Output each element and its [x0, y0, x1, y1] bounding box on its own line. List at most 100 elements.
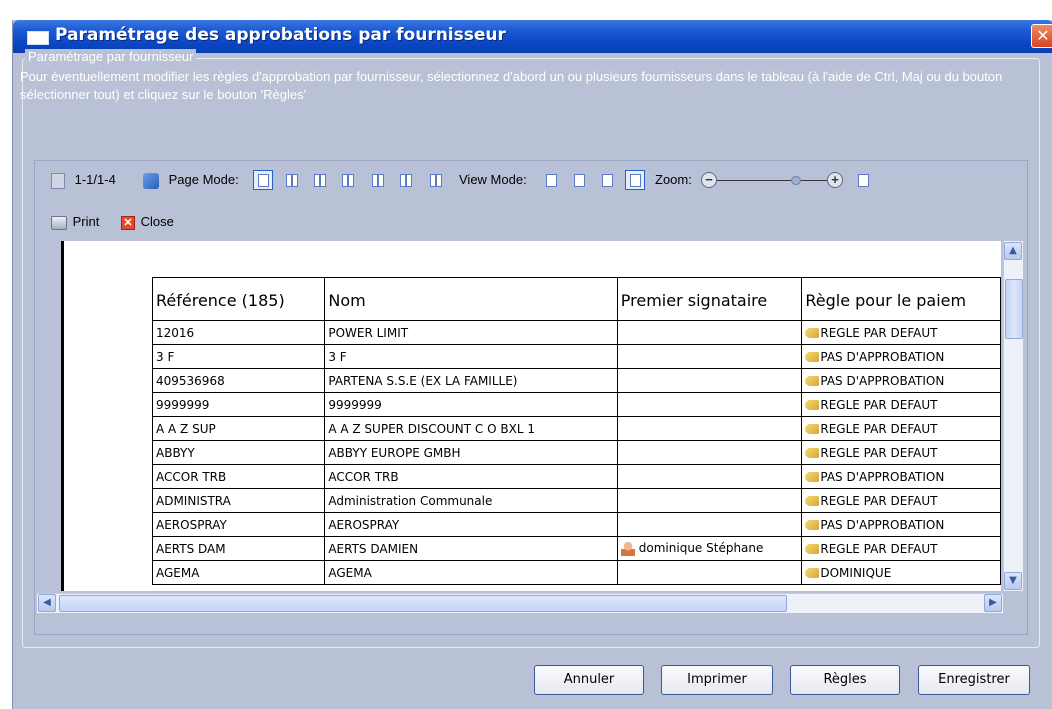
table-row[interactable]: AERTS DAM AERTS DAMIEN dominique Stéphane R… [151, 536, 1001, 561]
cell-payment-rule[interactable]: PAS D'APPROBATION [801, 512, 1001, 537]
cell-name[interactable]: A A Z SUPER DISCOUNT C O BXL 1 [324, 416, 618, 441]
cell-first-signatory[interactable] [616, 560, 803, 585]
cell-name[interactable]: AGEMA [324, 560, 618, 585]
print-button[interactable]: Print [51, 211, 99, 233]
cell-payment-rule[interactable]: REGLE PAR DEFAUT [801, 440, 1001, 465]
vertical-scrollbar[interactable]: ▲ ▼ [1003, 241, 1023, 591]
col-payment-rule-header[interactable]: Règle pour le paiem [801, 277, 1001, 321]
window-icon [27, 31, 49, 45]
full-page-button[interactable] [853, 170, 873, 190]
col-name-header[interactable]: Nom [324, 277, 618, 321]
instructions-text: Pour éventuellement modifier les règles … [20, 69, 1003, 102]
cell-name[interactable]: Administration Communale [324, 488, 618, 513]
cell-name[interactable]: ABBYY EUROPE GMBH [324, 440, 618, 465]
table-row[interactable]: ADMINISTRA Administration Communale REGLE … [151, 488, 1001, 513]
table-row[interactable]: 3 F 3 F PAS D'APPROBATION [151, 344, 1001, 369]
page-mode-two-button[interactable] [281, 170, 301, 190]
cell-name[interactable]: POWER LIMIT [324, 320, 618, 345]
horizontal-scroll-thumb[interactable] [59, 595, 787, 612]
cell-reference[interactable]: ADMINISTRA [151, 488, 326, 513]
cell-name[interactable]: AERTS DAMIEN [324, 536, 618, 561]
page-nav[interactable]: 1-1/1-4 [51, 169, 116, 191]
page-mode-grid6-button[interactable] [395, 170, 415, 190]
horizontal-scrollbar[interactable]: ◀ ▶ [37, 593, 1003, 613]
close-window-button[interactable]: ✕ [1031, 24, 1052, 48]
page-mode-three-button[interactable] [309, 170, 329, 190]
document-icon [51, 172, 65, 189]
cell-payment-rule-text: PAS D'APPROBATION [820, 469, 945, 484]
cell-name[interactable]: ACCOR TRB [324, 464, 618, 489]
table-row[interactable]: 12016 POWER LIMIT REGLE PAR DEFAUT [151, 320, 1001, 345]
rules-button[interactable]: Règles [790, 665, 900, 695]
table-row[interactable]: ACCOR TRB ACCOR TRB PAS D'APPROBATION [151, 464, 1001, 489]
cell-reference[interactable]: ABBYY [151, 440, 326, 465]
cell-reference[interactable]: A A Z SUP [151, 416, 326, 441]
cell-name[interactable]: 9999999 [324, 392, 618, 417]
page-mode-four-button[interactable] [337, 170, 357, 190]
zoom-in-button[interactable]: + [827, 172, 843, 188]
view-mode-fit-page-button[interactable] [597, 170, 617, 190]
table-row[interactable]: 409536968 PARTENA S.S.E (EX LA FAMILLE) PA… [151, 368, 1001, 393]
cell-reference[interactable]: 12016 [151, 320, 326, 345]
cell-payment-rule-text: REGLE PAR DEFAUT [820, 421, 938, 436]
cell-payment-rule[interactable]: REGLE PAR DEFAUT [801, 416, 1001, 441]
cell-payment-rule[interactable]: REGLE PAR DEFAUT [801, 320, 1001, 345]
cell-first-signatory[interactable] [616, 488, 803, 513]
cell-payment-rule[interactable]: PAS D'APPROBATION [801, 464, 1001, 489]
scroll-left-button[interactable]: ◀ [38, 594, 56, 612]
page-mode-grid-button[interactable] [367, 170, 387, 190]
cell-first-signatory[interactable] [616, 344, 803, 369]
save-button[interactable]: Enregistrer [918, 665, 1030, 695]
cell-name[interactable]: 3 F [324, 344, 618, 369]
cell-first-signatory[interactable] [616, 368, 803, 393]
cell-reference[interactable]: AGEMA [151, 560, 326, 585]
zoom-out-button[interactable]: − [701, 172, 717, 188]
scroll-up-button[interactable]: ▲ [1004, 242, 1022, 260]
col-reference-header[interactable]: Référence (185) [151, 277, 326, 321]
page-mode-grid8-button[interactable] [425, 170, 445, 190]
table-row[interactable]: AEROSPRAY AEROSPRAY PAS D'APPROBATION [151, 512, 1001, 537]
cell-first-signatory[interactable]: dominique Stéphane [616, 536, 803, 561]
scroll-down-button[interactable]: ▼ [1004, 572, 1022, 590]
cell-first-signatory[interactable] [616, 464, 803, 489]
cancel-button[interactable]: Annuler [534, 665, 644, 695]
cell-reference[interactable]: ACCOR TRB [151, 464, 326, 489]
cell-payment-rule[interactable]: PAS D'APPROBATION [801, 344, 1001, 369]
cell-name[interactable]: AEROSPRAY [324, 512, 618, 537]
close-viewer-button[interactable]: ✕ Close [121, 211, 174, 233]
zoom-slider-track[interactable] [717, 180, 827, 181]
cell-payment-rule[interactable]: REGLE PAR DEFAUT [801, 392, 1001, 417]
cell-name-text: AEROSPRAY [328, 517, 400, 532]
table-row[interactable]: AGEMA AGEMA DOMINIQUE [151, 560, 1001, 585]
cell-reference[interactable]: 409536968 [151, 368, 326, 393]
cell-reference[interactable]: AEROSPRAY [151, 512, 326, 537]
table-row[interactable]: ABBYY ABBYY EUROPE GMBH REGLE PAR DEFAUT [151, 440, 1001, 465]
col-first-signatory-header[interactable]: Premier signataire [616, 277, 803, 321]
scroll-right-button[interactable]: ▶ [984, 594, 1002, 612]
cell-payment-rule[interactable]: DOMINIQUE [801, 560, 1001, 585]
view-mode-zoom-button[interactable] [625, 170, 645, 190]
cell-payment-rule[interactable]: REGLE PAR DEFAUT [801, 488, 1001, 513]
cell-first-signatory[interactable] [616, 512, 803, 537]
cell-first-signatory[interactable] [616, 416, 803, 441]
table-row[interactable]: A A Z SUP A A Z SUPER DISCOUNT C O BXL 1 R… [151, 416, 1001, 441]
zoom-slider-thumb[interactable] [791, 176, 802, 185]
cell-payment-rule[interactable]: REGLE PAR DEFAUT [801, 536, 1001, 561]
table-row[interactable]: 9999999 9999999 REGLE PAR DEFAUT [151, 392, 1001, 417]
print-report-button[interactable]: Imprimer [661, 665, 773, 695]
page-mode-single-button[interactable] [253, 170, 273, 190]
cell-name[interactable]: PARTENA S.S.E (EX LA FAMILLE) [324, 368, 618, 393]
view-mode-fit-width-button[interactable] [541, 170, 561, 190]
cell-reference-text: 9999999 [156, 397, 210, 412]
cell-first-signatory[interactable] [616, 320, 803, 345]
vertical-scroll-thumb[interactable] [1005, 279, 1023, 339]
report-page[interactable]: Référence (185) Nom Premier signataire R… [61, 241, 1001, 591]
cell-reference[interactable]: AERTS DAM [151, 536, 326, 561]
cell-payment-rule[interactable]: PAS D'APPROBATION [801, 368, 1001, 393]
cell-reference[interactable]: 9999999 [151, 392, 326, 417]
cell-first-signatory[interactable] [616, 392, 803, 417]
pages-icon [143, 172, 159, 189]
cell-reference[interactable]: 3 F [151, 344, 326, 369]
cell-first-signatory[interactable] [616, 440, 803, 465]
view-mode-fit-height-button[interactable] [569, 170, 589, 190]
